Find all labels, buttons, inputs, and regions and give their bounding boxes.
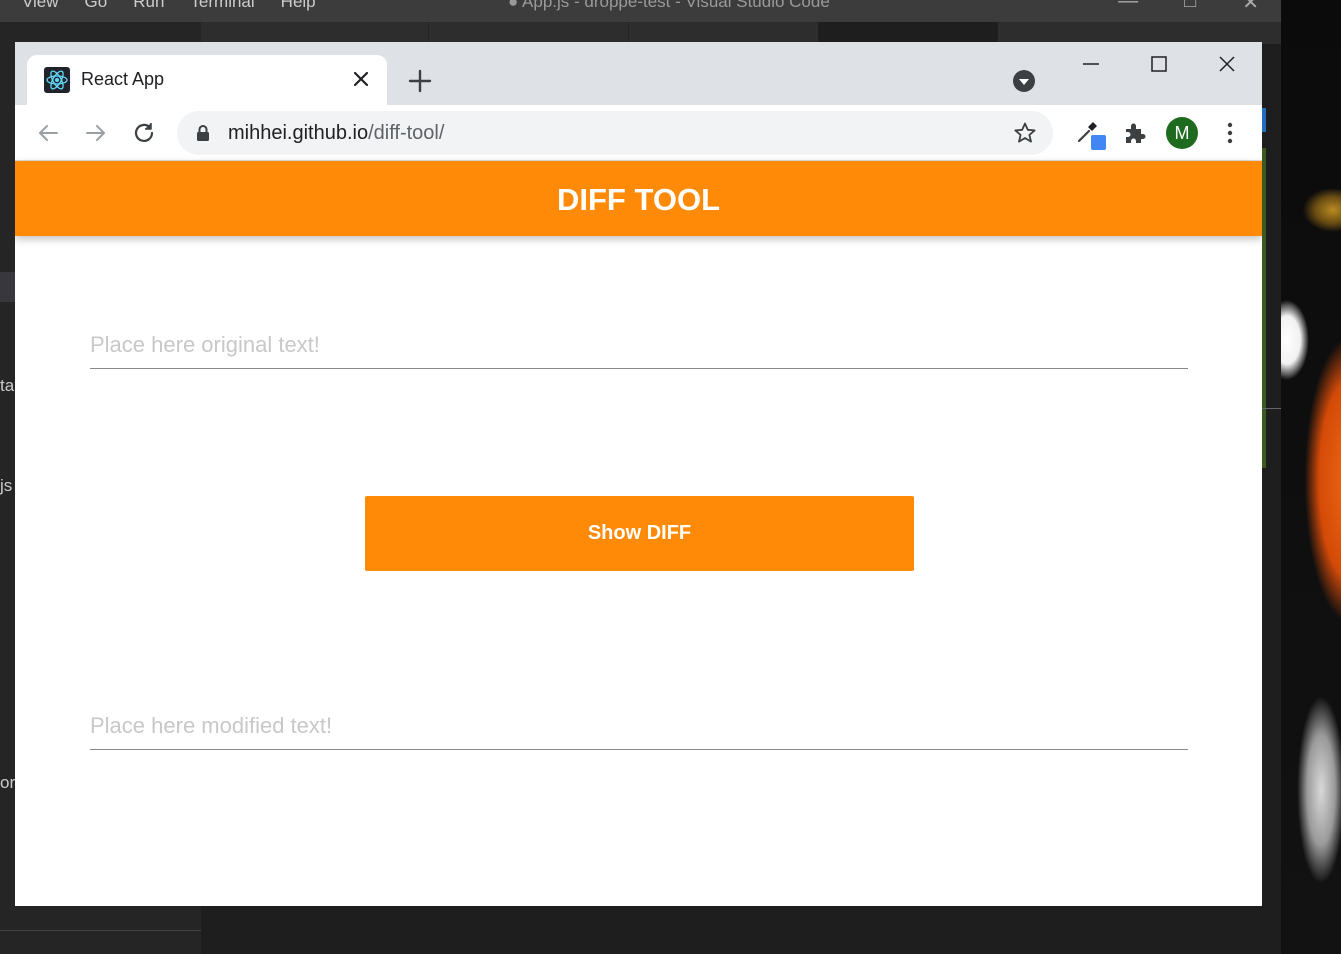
- eyedropper-extension-icon[interactable]: [1075, 119, 1107, 151]
- original-text-input[interactable]: [90, 322, 1188, 369]
- vscode-menu-go[interactable]: Go: [85, 0, 108, 12]
- vscode-menu-bar: View Go Run Terminal Help: [22, 0, 316, 12]
- vscode-maximize-icon[interactable]: □: [1184, 0, 1196, 15]
- tab-title: React App: [81, 69, 165, 89]
- vscode-scroll-marker: [1262, 148, 1266, 468]
- window-minimize-icon[interactable]: [1079, 52, 1103, 76]
- forward-arrow-icon[interactable]: [83, 120, 109, 146]
- vscode-menu-help[interactable]: Help: [281, 0, 316, 12]
- tab-search-dropdown-icon[interactable]: [1012, 69, 1036, 93]
- vscode-divider: [0, 930, 201, 931]
- back-arrow-icon[interactable]: [35, 120, 61, 146]
- more-menu-icon[interactable]: [1217, 120, 1243, 146]
- vscode-explorer-item[interactable]: or: [0, 773, 15, 793]
- browser-tab[interactable]: React App: [27, 55, 387, 105]
- vscode-menu-view[interactable]: View: [22, 0, 59, 12]
- lock-icon[interactable]: [195, 124, 211, 142]
- vscode-explorer-selection: [0, 272, 15, 302]
- url-path: /diff-tool/: [368, 122, 445, 144]
- window-maximize-icon[interactable]: [1147, 52, 1171, 76]
- tab-close-icon[interactable]: [349, 67, 373, 91]
- vscode-scroll-marker: [1262, 108, 1266, 132]
- vscode-bottom-panel: [201, 906, 1281, 954]
- vscode-tab-divider: [628, 22, 629, 44]
- vscode-window-title: ● App.js - droppe-test - Visual Studio C…: [508, 0, 830, 11]
- browser-window: React App mihhei.github.io/diff-tool/ M …: [15, 42, 1262, 906]
- vscode-window-controls: ― □ ✕: [1118, 0, 1259, 15]
- browser-toolbar: mihhei.github.io/diff-tool/ M: [15, 105, 1262, 161]
- extensions-puzzle-icon[interactable]: [1122, 120, 1148, 146]
- app-header: DIFF TOOL: [15, 161, 1262, 236]
- vscode-close-icon[interactable]: ✕: [1242, 0, 1259, 15]
- vscode-editor-tabs: [201, 22, 1281, 44]
- vscode-explorer-item[interactable]: js: [0, 476, 12, 496]
- show-diff-button[interactable]: Show DIFF: [365, 496, 914, 571]
- page-content: DIFF TOOL Show DIFF: [15, 161, 1262, 906]
- vscode-menu-terminal[interactable]: Terminal: [190, 0, 254, 12]
- vscode-minimize-icon[interactable]: ―: [1118, 0, 1138, 15]
- address-bar[interactable]: mihhei.github.io/diff-tool/: [177, 111, 1053, 155]
- vscode-active-tab[interactable]: [818, 22, 998, 44]
- react-logo-icon: [44, 67, 70, 93]
- vscode-explorer-item[interactable]: ta: [0, 376, 14, 396]
- bookmark-star-icon[interactable]: [1013, 121, 1037, 145]
- reload-icon[interactable]: [131, 120, 157, 146]
- tab-strip: React App: [15, 42, 1262, 105]
- new-tab-plus-icon[interactable]: [405, 66, 435, 96]
- page-title: DIFF TOOL: [556, 182, 721, 217]
- url-text[interactable]: mihhei.github.io/diff-tool/: [228, 122, 444, 145]
- desktop-wallpaper: [1281, 0, 1341, 954]
- profile-avatar[interactable]: M: [1166, 117, 1198, 149]
- window-close-icon[interactable]: [1215, 52, 1239, 76]
- vscode-titlebar: View Go Run Terminal Help ● App.js - dro…: [0, 0, 1281, 22]
- vscode-tab-divider: [428, 22, 429, 44]
- modified-text-input[interactable]: [90, 703, 1188, 750]
- url-host: mihhei.github.io: [228, 122, 369, 144]
- vscode-menu-run[interactable]: Run: [133, 0, 164, 12]
- vscode-scroll-line: [1262, 408, 1281, 409]
